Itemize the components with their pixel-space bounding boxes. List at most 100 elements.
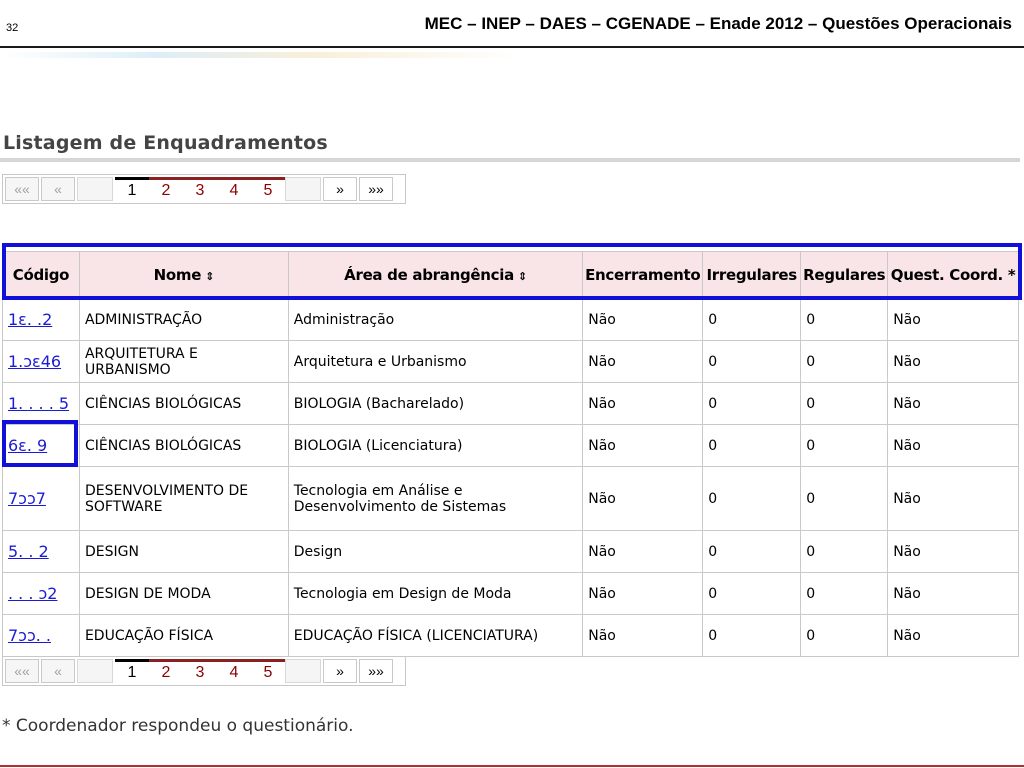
title-divider: [0, 158, 1020, 162]
page-title: Listagem de Enquadramentos: [3, 132, 328, 154]
codigo-link[interactable]: . . . ɔ2: [8, 584, 57, 603]
codigo-link[interactable]: 1ɛ. .2: [8, 310, 52, 329]
page-link-2[interactable]: 2: [149, 659, 183, 683]
cell-codigo: 6ɛ. 9: [2, 424, 80, 467]
next-page-button[interactable]: »: [323, 659, 357, 683]
column-header-nome[interactable]: Nome ⇕: [78, 251, 289, 299]
header-decoration: [0, 52, 520, 58]
cell-area: BIOLOGIA (Licenciatura): [287, 424, 584, 467]
prev-page-button[interactable]: «: [41, 177, 75, 201]
cell-quest-coord: Não: [887, 530, 1019, 573]
codigo-link[interactable]: 1.ɔɛ46: [8, 352, 61, 371]
column-header-quest-coord: Quest. Coord. *: [887, 251, 1019, 299]
cell-irregulares: 0: [702, 424, 802, 467]
cell-nome: EDUCAÇÃO FÍSICA: [78, 614, 289, 657]
table-row: 1.ɔɛ46 ARQUITETURA E URBANISMO Arquitetu…: [2, 340, 1019, 383]
page-link-5[interactable]: 5: [251, 659, 285, 683]
cell-codigo: . . . ɔ2: [2, 572, 80, 615]
table-row: 7ɔɔ. . EDUCAÇÃO FÍSICA EDUCAÇÃO FÍSICA (…: [2, 614, 1019, 657]
cell-encerramento: Não: [582, 530, 704, 573]
cell-quest-coord: Não: [887, 298, 1019, 341]
page-link-1[interactable]: 1: [115, 177, 149, 201]
cell-irregulares: 0: [702, 382, 802, 425]
page-link-3[interactable]: 3: [183, 659, 217, 683]
footnote: * Coordenador respondeu o questionário.: [2, 716, 354, 736]
next-page-button[interactable]: »: [323, 177, 357, 201]
cell-codigo: 1. . . . 5: [2, 382, 80, 425]
sort-icon[interactable]: ⇕: [518, 270, 527, 283]
cell-codigo: 7ɔɔ. .: [2, 614, 80, 657]
cell-nome: DESIGN: [78, 530, 289, 573]
cell-regulares: 0: [800, 530, 889, 573]
pagination-top: «« « 1 2 3 4 5 » »»: [2, 174, 406, 204]
cell-quest-coord: Não: [887, 424, 1019, 467]
table-header-row: Código Nome ⇕ Área de abrangência ⇕ Encerr…: [2, 251, 1019, 299]
cell-area: EDUCAÇÃO FÍSICA (LICENCIATURA): [287, 614, 584, 657]
cell-irregulares: 0: [702, 340, 802, 383]
cell-nome: DESIGN DE MODA: [78, 572, 289, 615]
codigo-link[interactable]: 6ɛ. 9: [8, 436, 47, 455]
cell-irregulares: 0: [702, 466, 802, 531]
cell-encerramento: Não: [582, 614, 704, 657]
cell-quest-coord: Não: [887, 382, 1019, 425]
first-page-button[interactable]: ««: [5, 177, 39, 201]
cell-codigo: 1ɛ. .2: [2, 298, 80, 341]
cell-encerramento: Não: [582, 382, 704, 425]
page-link-4[interactable]: 4: [217, 177, 251, 201]
cell-regulares: 0: [800, 340, 889, 383]
codigo-link[interactable]: 5. . 2: [8, 542, 49, 561]
column-header-area-label: Área de abrangência: [344, 266, 514, 284]
cell-area: Tecnologia em Design de Moda: [287, 572, 584, 615]
table-row: 1ɛ. .2 ADMINISTRAÇÃO Administração Não 0…: [2, 298, 1019, 341]
column-header-area[interactable]: Área de abrangência ⇕: [287, 251, 584, 299]
codigo-link[interactable]: 7ɔɔ7: [8, 489, 46, 508]
page-link-5[interactable]: 5: [251, 177, 285, 201]
column-header-irregulares: Irregulares: [702, 251, 802, 299]
table-row: 7ɔɔ7 DESENVOLVIMENTO DE SOFTWARE Tecnolo…: [2, 466, 1019, 531]
pager-spacer: [285, 659, 321, 683]
cell-encerramento: Não: [582, 424, 704, 467]
cell-nome: ARQUITETURA E URBANISMO: [78, 340, 289, 383]
page-link-1[interactable]: 1: [115, 659, 149, 683]
cell-nome: CIÊNCIAS BIOLÓGICAS: [78, 424, 289, 467]
column-header-encerramento: Encerramento: [582, 251, 704, 299]
cell-codigo: 5. . 2: [2, 530, 80, 573]
cell-quest-coord: Não: [887, 466, 1019, 531]
cell-encerramento: Não: [582, 298, 704, 341]
table-row: 6ɛ. 9 CIÊNCIAS BIOLÓGICAS BIOLOGIA (Lice…: [2, 424, 1019, 467]
page-link-4[interactable]: 4: [217, 659, 251, 683]
prev-page-button[interactable]: «: [41, 659, 75, 683]
column-header-codigo[interactable]: Código: [2, 251, 80, 299]
cell-nome: ADMINISTRAÇÃO: [78, 298, 289, 341]
cell-irregulares: 0: [702, 530, 802, 573]
cell-codigo: 7ɔɔ7: [2, 466, 80, 531]
slide-number: 32: [6, 22, 19, 34]
sort-icon[interactable]: ⇕: [205, 270, 214, 283]
first-page-button[interactable]: ««: [5, 659, 39, 683]
codigo-link[interactable]: 7ɔɔ. .: [8, 626, 51, 645]
last-page-button[interactable]: »»: [359, 177, 393, 201]
cell-regulares: 0: [800, 298, 889, 341]
cell-encerramento: Não: [582, 340, 704, 383]
pager-spacer: [77, 659, 113, 683]
cell-regulares: 0: [800, 382, 889, 425]
last-page-button[interactable]: »»: [359, 659, 393, 683]
cell-irregulares: 0: [702, 614, 802, 657]
codigo-link[interactable]: 1. . . . 5: [8, 394, 69, 413]
cell-regulares: 0: [800, 614, 889, 657]
bottom-divider: [0, 765, 1024, 767]
page-link-2[interactable]: 2: [149, 177, 183, 201]
cell-quest-coord: Não: [887, 572, 1019, 615]
cell-area: Arquitetura e Urbanismo: [287, 340, 584, 383]
cell-area: Design: [287, 530, 584, 573]
cell-area: Administração: [287, 298, 584, 341]
cell-nome: DESENVOLVIMENTO DE SOFTWARE: [78, 466, 289, 531]
table-row: . . . ɔ2 DESIGN DE MODA Tecnologia em De…: [2, 572, 1019, 615]
slide-title: MEC – INEP – DAES – CGENADE – Enade 2012…: [424, 14, 1012, 33]
cell-nome: CIÊNCIAS BIOLÓGICAS: [78, 382, 289, 425]
cell-codigo: 1.ɔɛ46: [2, 340, 80, 383]
column-header-regulares: Regulares: [800, 251, 889, 299]
page-link-3[interactable]: 3: [183, 177, 217, 201]
pager-spacer: [285, 177, 321, 201]
column-header-nome-label: Nome: [153, 266, 202, 284]
